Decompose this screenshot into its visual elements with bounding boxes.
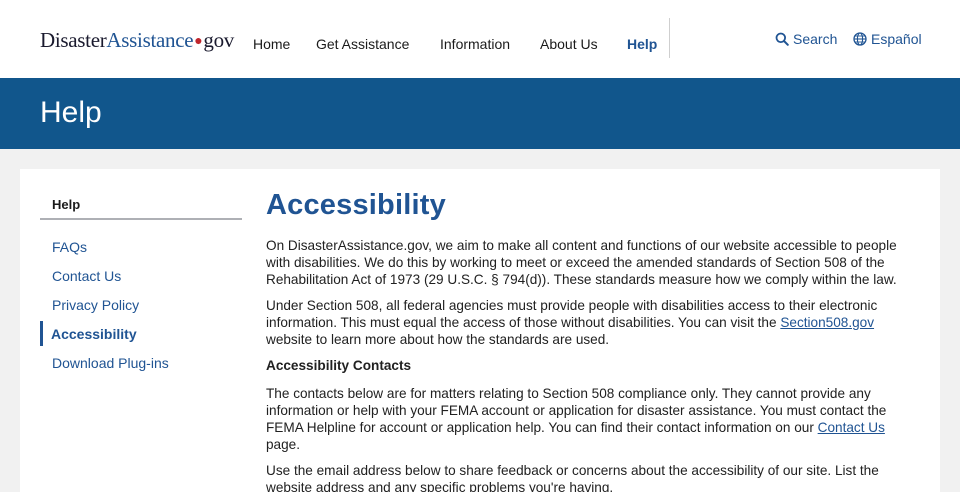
page-title: Help — [40, 96, 102, 129]
logo-text-disaster: Disaster — [40, 28, 107, 52]
nav-home[interactable]: Home — [253, 36, 290, 52]
section508-paragraph: Under Section 508, all federal agencies … — [266, 297, 906, 348]
section508-text-after: website to learn more about how the stan… — [266, 332, 610, 347]
sidebar-active-indicator — [40, 321, 43, 346]
sidebar-item-faqs[interactable]: FAQs — [52, 239, 87, 255]
globe-icon — [853, 32, 867, 46]
sidebar-title: Help — [52, 197, 81, 212]
nav-divider — [669, 18, 670, 58]
sidebar-item-accessibility[interactable]: Accessibility — [51, 326, 137, 342]
content-heading: Accessibility — [266, 189, 446, 221]
sidebar-item-privacy-policy[interactable]: Privacy Policy — [52, 297, 139, 313]
contacts-subheading: Accessibility Contacts — [266, 358, 412, 373]
sidebar-divider — [40, 218, 242, 220]
contacts-paragraph: The contacts below are for matters relat… — [266, 385, 906, 453]
nav-information[interactable]: Information — [440, 36, 510, 52]
nav-about-us[interactable]: About Us — [540, 36, 598, 52]
sidebar-item-contact-us[interactable]: Contact Us — [52, 268, 121, 284]
main-content: Accessibility On DisasterAssistance.gov,… — [266, 189, 906, 492]
nav-help[interactable]: Help — [627, 36, 657, 52]
contacts-text-before: The contacts below are for matters relat… — [266, 386, 887, 435]
logo-text-gov: gov — [203, 28, 235, 52]
language-label: Español — [871, 31, 922, 47]
nav-get-assistance[interactable]: Get Assistance — [316, 36, 409, 52]
page-banner: Help — [0, 78, 960, 149]
search-icon — [775, 32, 789, 46]
sidebar-item-download-plugins[interactable]: Download Plug-ins — [52, 355, 169, 371]
section508-link[interactable]: Section508.gov — [780, 315, 874, 330]
logo-text-assistance: Assistance — [106, 28, 194, 52]
logo-dot: ● — [194, 34, 203, 49]
search-button[interactable]: Search — [775, 31, 837, 47]
search-label: Search — [793, 31, 838, 47]
intro-paragraph: On DisasterAssistance.gov, we aim to mak… — [266, 238, 897, 287]
language-toggle[interactable]: Español — [853, 31, 922, 47]
feedback-paragraph: Use the email address below to share fee… — [266, 463, 879, 492]
top-navigation: DisasterAssistance●gov Home Get Assistan… — [0, 0, 960, 78]
contact-us-link[interactable]: Contact Us — [818, 420, 885, 435]
site-logo[interactable]: DisasterAssistance●gov — [40, 28, 234, 56]
contacts-text-after: page. — [266, 437, 301, 452]
